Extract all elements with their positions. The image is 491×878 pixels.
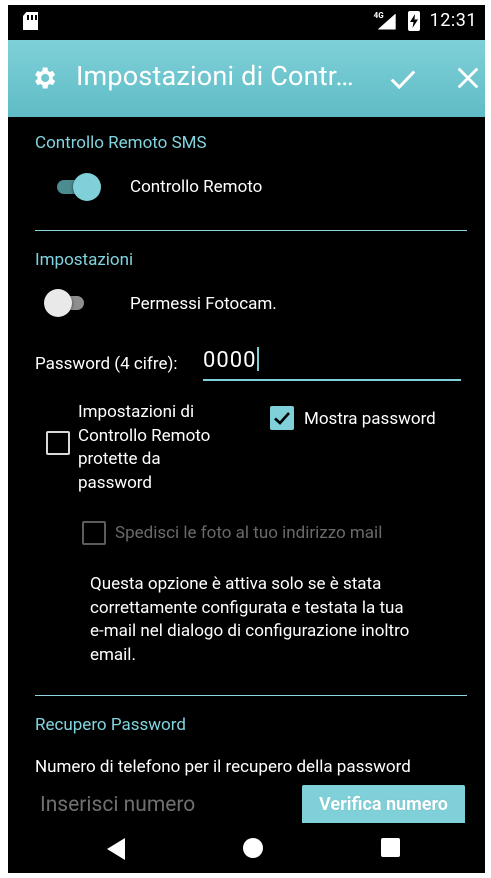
protect-settings-label: Impostazioni di Controllo Remoto protett… <box>78 401 258 495</box>
home-icon[interactable] <box>243 838 263 858</box>
remote-control-label: Controllo Remoto <box>130 177 263 197</box>
section-title-recovery: Recupero Password <box>35 715 186 735</box>
confirm-check-icon[interactable] <box>388 64 418 94</box>
signal-icon: 4G <box>374 11 398 31</box>
close-icon[interactable] <box>454 64 482 92</box>
checkmark-icon <box>274 412 290 425</box>
navigation-bar <box>8 823 485 873</box>
app-bar: Impostazioni di Contr… <box>8 40 485 117</box>
camera-permission-switch[interactable] <box>44 289 88 317</box>
status-time: 12:31 <box>429 10 477 31</box>
info-line: email. <box>90 644 136 665</box>
info-line: e-mail nel dialogo di configurazione ino… <box>90 621 410 641</box>
section-divider <box>35 230 467 231</box>
section-divider <box>35 695 467 696</box>
protect-label-line: protette da <box>78 449 161 469</box>
protect-label-line: password <box>78 472 153 493</box>
network-type-label: 4G <box>373 10 384 20</box>
recovery-description: Numero di telefono per il recupero della… <box>35 757 411 777</box>
protect-label-line: Impostazioni di <box>78 402 195 422</box>
verify-number-button[interactable]: Verifica numero <box>302 785 465 827</box>
info-line: Questa opzione è attiva solo se è stata <box>90 574 382 594</box>
phone-number-input[interactable]: Inserisci numero <box>40 793 195 817</box>
gear-icon <box>35 67 56 89</box>
protect-label-line: Controllo Remoto <box>78 425 211 446</box>
status-bar: 4G 12:31 <box>8 5 485 40</box>
section-title-sms: Controllo Remoto SMS <box>35 133 207 153</box>
page-title: Impostazioni di Contr… <box>76 60 354 92</box>
password-input[interactable]: 0000 <box>203 347 461 381</box>
back-icon[interactable] <box>107 838 125 860</box>
remote-control-switch[interactable] <box>55 173 101 201</box>
sd-card-icon <box>23 12 38 30</box>
section-title-settings: Impostazioni <box>35 250 134 270</box>
show-password-label: Mostra password <box>304 409 436 429</box>
send-photos-checkbox[interactable] <box>82 521 106 545</box>
info-line: correttamente configurata e testata la t… <box>90 597 404 618</box>
show-password-checkbox[interactable] <box>270 406 294 430</box>
info-text: Questa opzione è attiva solo se è stata … <box>90 573 460 667</box>
send-photos-label: Spedisci le foto al tuo indirizzo mail <box>115 523 383 543</box>
phone-screen: 4G 12:31 Impostazioni di Contr… Controll… <box>8 5 485 873</box>
camera-permission-label: Permessi Fotocam. <box>130 294 277 314</box>
password-value: 0000 <box>203 348 257 373</box>
status-icons: 4G 12:31 <box>374 10 477 31</box>
protect-settings-checkbox[interactable] <box>46 431 70 455</box>
password-label: Password (4 cifre): <box>35 354 178 374</box>
text-cursor <box>257 347 260 371</box>
recents-icon[interactable] <box>381 838 400 857</box>
battery-charging-icon <box>407 10 420 31</box>
